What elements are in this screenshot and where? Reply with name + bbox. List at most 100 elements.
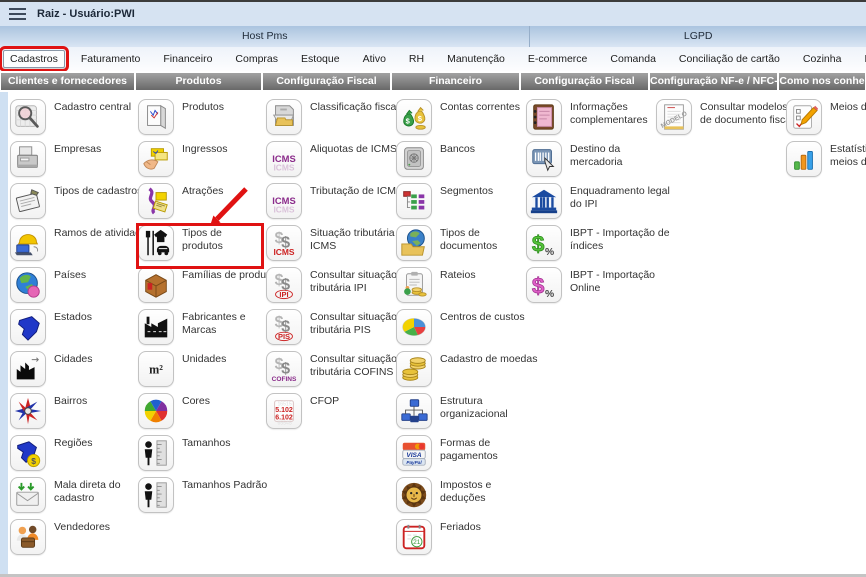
menu-item-situacao-tributaria[interactable]: $$ICMSSituação tributária ICMS <box>266 225 416 267</box>
menu-item-label: Ingressos <box>182 141 228 156</box>
tab-faturamento[interactable]: Faturamento <box>74 50 148 68</box>
ribbon-group-host-pms: Host Pms <box>0 26 529 47</box>
tab-compras[interactable]: Compras <box>228 50 285 68</box>
menu-item-estatisticas[interactable]: Estatísticas meios de c <box>786 141 866 183</box>
menu-item-label: Vendedores <box>54 519 110 534</box>
menu-item-cfop[interactable]: 165155.1026.10265545 CFOP <box>266 393 416 435</box>
menu-item-label: Cadastro central <box>54 99 131 114</box>
app-window: Raiz - Usuário:PWI Host Pms LGPD Cadastr… <box>0 0 866 577</box>
city-icon <box>10 351 46 387</box>
menu-item-feriados[interactable]: 21Feriados <box>396 519 546 561</box>
menu-item-label: Segmentos <box>440 183 493 198</box>
tab-cozinha[interactable]: Cozinha <box>796 50 849 68</box>
barcode-cursor-icon <box>526 141 562 177</box>
section-header-clientes-e-fornecedores: Clientes e fornecedores <box>1 73 134 90</box>
menu-item-vendedores[interactable]: Vendedores <box>10 519 160 561</box>
menu-item-tipos-de-produtos[interactable]: Tipos de produtos <box>138 225 262 267</box>
menu-item-destino-da[interactable]: Destino da mercadoria <box>526 141 676 183</box>
menu-item-label: Rateios <box>440 267 476 282</box>
menu-item-consultar-situacao[interactable]: $$IPI Consultar situação tributária IPI <box>266 267 416 309</box>
menu-item-contas-correntes[interactable]: $$Contas correntes <box>396 99 546 141</box>
menu-item-tamanhos[interactable]: Tamanhos <box>138 435 288 477</box>
menu-item-label: IBPT - Importação Online <box>570 267 655 295</box>
dollar-ipi-icon: $$IPI <box>266 267 302 303</box>
menu-item-meios-de-c[interactable]: Meios de c <box>786 99 866 141</box>
dollar-cofins-icon: $$COFINS <box>266 351 302 387</box>
menu-item-informacoes[interactable]: Informações complementares <box>526 99 676 141</box>
tab-cadastros[interactable]: Cadastros <box>3 50 65 68</box>
menu-item-rateios[interactable]: Rateios <box>396 267 546 309</box>
svg-text:PayPal: PayPal <box>406 460 422 465</box>
file-cabinet-icon <box>266 99 302 135</box>
tab-e-commerce[interactable]: E-commerce <box>521 50 595 68</box>
svg-text:COFINS: COFINS <box>272 376 297 383</box>
icms-icon: ICMSICMS <box>266 141 302 177</box>
color-wheel-icon <box>138 393 174 429</box>
menu-item-consultar-modelos[interactable]: MODELOConsultar modelos de documento fis… <box>656 99 806 141</box>
menu-item-label: Países <box>54 267 86 282</box>
ribbon-group-row: Host Pms LGPD <box>0 26 866 47</box>
clipboard-icon <box>10 183 46 219</box>
ruler-person-icon <box>138 477 174 513</box>
menu-item-estrutura[interactable]: Estrutura organizacional <box>396 393 546 435</box>
tab-ativo[interactable]: Ativo <box>356 50 393 68</box>
menu-item-label: Estatísticas meios de c <box>830 141 866 169</box>
menu-item-bancos[interactable]: Bancos <box>396 141 546 183</box>
menu-item-tributacao-de-icms[interactable]: ICMSICMSTributação de ICMS <box>266 183 416 225</box>
brazil-map-icon <box>10 309 46 345</box>
menu-item-label: Bairros <box>54 393 87 408</box>
menu-item-ibpt-importacao[interactable]: $%IBPT - Importação Online <box>526 267 676 309</box>
tab-manutencao[interactable]: Manutenção <box>440 50 512 68</box>
tab-reinf[interactable]: Reinf <box>857 50 866 68</box>
carton-box-icon <box>138 267 174 303</box>
cards-icon: VISAPayPal <box>396 435 432 471</box>
tab-conciliacao-de-cartao[interactable]: Conciliação de cartão <box>672 50 787 68</box>
menu-item-cadastro-de-moedas[interactable]: Cadastro de moedas <box>396 351 546 393</box>
menu-item-consultar-situacao[interactable]: $$PISConsultar situação tributária PIS <box>266 309 416 351</box>
menu-item-label: Mala direta do cadastro <box>54 477 121 505</box>
tab-financeiro[interactable]: Financeiro <box>156 50 219 68</box>
bar-chart-icon <box>786 141 822 177</box>
menu-item-label: Bancos <box>440 141 475 156</box>
menu-item-consultar-situacao[interactable]: $$COFINSConsultar situação tributária CO… <box>266 351 416 393</box>
notepad-icon <box>526 99 562 135</box>
tab-bar: Cadastros Faturamento Financeiro Compras Est… <box>0 47 866 71</box>
svg-text:%: % <box>545 247 554 258</box>
svg-text:$: $ <box>281 361 290 378</box>
menu-item-label: Centros de custos <box>440 309 525 324</box>
menu-item-tipos-de[interactable]: Tipos de documentos <box>396 225 546 267</box>
left-edge-strip <box>0 92 8 574</box>
menu-item-label: CFOP <box>310 393 339 408</box>
cfop-icon: 165155.1026.10265545 <box>266 393 302 429</box>
menu-item-centros-de-custos[interactable]: Centros de custos <box>396 309 546 351</box>
menu-item-label: IBPT - Importação de índices <box>570 225 670 253</box>
menu-item-aliquotas-de-icms[interactable]: ICMSICMSAliquotas de ICMS <box>266 141 416 183</box>
menu-item-impostos-e[interactable]: Impostos e deduções <box>396 477 546 519</box>
menu-item-ibpt-importacao-de[interactable]: $%IBPT - Importação de índices <box>526 225 676 267</box>
menu-item-label: Estrutura organizacional <box>440 393 508 421</box>
menu-item-label: Consultar situação tributária IPI <box>310 267 397 295</box>
tab-estoque[interactable]: Estoque <box>294 50 347 68</box>
product-box-icon <box>138 99 174 135</box>
section-header-produtos: Produtos <box>136 73 261 90</box>
svg-text:PIS: PIS <box>278 332 290 341</box>
money-bags-icon: $$ <box>396 99 432 135</box>
menu-item-formas-de[interactable]: VISAPayPalFormas de pagamentos <box>396 435 546 477</box>
menu-item-classificacao-fiscal[interactable]: Classificação fiscal <box>266 99 416 141</box>
tab-rh[interactable]: RH <box>402 50 431 68</box>
org-chart-icon <box>396 393 432 429</box>
compass-icon <box>10 393 46 429</box>
menu-item-tamanhos-padrao[interactable]: Tamanhos Padrão <box>138 477 288 519</box>
menu-item-label: Empresas <box>54 141 101 156</box>
section-column-financeiro: $$Contas correntesBancos Segmentos Tipos d… <box>396 99 546 561</box>
menu-item-enquadramento-legal[interactable]: Enquadramento legal do IPI <box>526 183 676 225</box>
svg-text:$: $ <box>31 456 36 466</box>
menu-item-segmentos[interactable]: Segmentos <box>396 183 546 225</box>
hand-tickets-icon <box>138 141 174 177</box>
menu-item-label: Atrações <box>182 183 223 198</box>
tab-comanda[interactable]: Comanda <box>603 50 663 68</box>
magnifier-grid-icon <box>10 99 46 135</box>
menu-icon[interactable] <box>9 8 26 20</box>
globe-icon <box>10 267 46 303</box>
titlebar: Raiz - Usuário:PWI <box>0 2 866 26</box>
